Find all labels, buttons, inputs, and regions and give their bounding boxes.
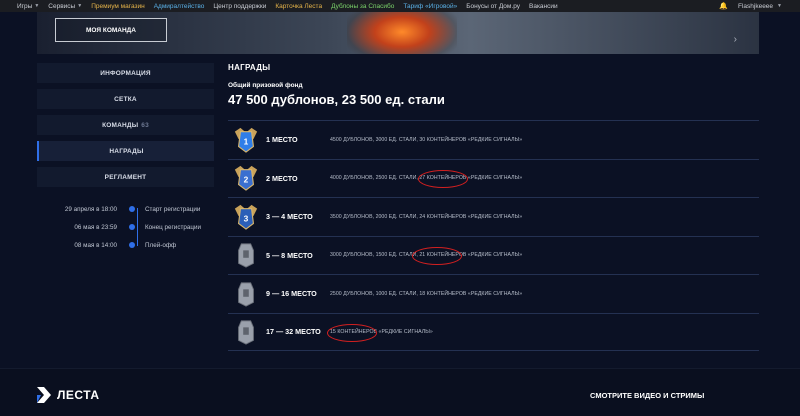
reward-place: 2 МЕСТО: [266, 173, 298, 183]
nav-item-label: Игры: [17, 2, 33, 10]
nav-item-8[interactable]: Бонусы от Дом.ру: [466, 3, 520, 10]
svg-text:2: 2: [244, 175, 249, 185]
tournament-banner: МОЯ КОМАНДА ›: [37, 12, 759, 54]
timeline-date: 08 мая в 14:00: [74, 241, 117, 249]
timeline-dot: [129, 242, 135, 248]
reward-description: 2500 ДУБЛОНОВ, 1000 ЕД. СТАЛИ, 18 КОНТЕЙ…: [330, 290, 523, 297]
reward-description: 4500 ДУБЛОНОВ, 3000 ЕД. СТАЛИ, 30 КОНТЕЙ…: [330, 136, 523, 143]
user-menu[interactable]: Flashjkeeee ▼: [738, 3, 782, 10]
reward-place: 9 — 16 МЕСТО: [266, 289, 317, 299]
highlight-circle: [412, 246, 462, 265]
rewards-section: НАГРАДЫ Общий призовой фонд 47 500 дубло…: [228, 63, 759, 107]
nav-item-2[interactable]: Премиум магазин: [91, 3, 145, 10]
reward-row: 9 — 16 МЕСТО 2500 ДУБЛОНОВ, 1000 ЕД. СТАЛ…: [228, 274, 759, 313]
reward-place: 17 — 32 МЕСТО: [266, 327, 321, 337]
nav-item-7[interactable]: Тариф «Игровой»: [403, 3, 457, 10]
medal-icon: [232, 317, 260, 347]
chevron-down-icon: ▼: [77, 3, 83, 9]
reward-place: 1 МЕСТО: [266, 135, 298, 145]
sidebar-item-label: НАГРАДЫ: [109, 147, 144, 155]
nav-item-label: Премиум магазин: [91, 2, 145, 10]
medal-icon: 3: [232, 202, 260, 232]
medal-icon: [232, 240, 260, 270]
nav-item-label: Вакансии: [529, 2, 558, 10]
nav-item-label: Бонусы от Дом.ру: [466, 2, 520, 10]
nav-item-5[interactable]: Карточка Леста: [275, 3, 322, 10]
nav-item-0[interactable]: Игры ▼: [17, 3, 39, 10]
highlight-circle: [418, 169, 468, 188]
logo-text: ЛЕСТА: [57, 388, 100, 402]
sidebar-item-0[interactable]: ИНФОРМАЦИЯ: [37, 63, 214, 83]
nav-item-label: Тариф «Игровой»: [403, 2, 458, 10]
schedule-timeline: 29 апреля в 18:00 Старт регистрации 06 мая…: [37, 200, 214, 254]
nav-item-label: Дублоны за Спасибо: [331, 2, 395, 10]
rewards-table: 1 1 МЕСТО 4500 ДУБЛОНОВ, 3000 ЕД. СТАЛИ, 3…: [228, 120, 759, 351]
banner-image: [347, 12, 457, 54]
chevron-right-icon[interactable]: ›: [734, 34, 737, 45]
sidebar-item-2[interactable]: КОМАНДЫ 63: [37, 115, 214, 135]
nav-item-4[interactable]: Центр поддержки: [213, 3, 266, 10]
lesta-logo[interactable]: ЛЕСТА: [37, 387, 100, 403]
timeline-dot: [129, 224, 135, 230]
timeline-date: 06 мая в 23:59: [74, 223, 117, 231]
nav-item-label: Центр поддержки: [213, 2, 267, 10]
sidebar-item-label: КОМАНДЫ: [102, 121, 139, 129]
timeline-row: 29 апреля в 18:00 Старт регистрации: [37, 200, 214, 218]
nav-items: Игры ▼ Сервисы ▼ Премиум магазин Адмиралтейст…: [0, 3, 558, 10]
timeline-label: Плей-офф: [145, 241, 177, 249]
sidebar-menu: ИНФОРМАЦИЯ СЕТКА КОМАНДЫ 63 НАГРАДЫ РЕГЛАМЕНТ: [37, 63, 214, 193]
timeline-label: Конец регистрации: [145, 223, 202, 231]
timeline-row: 08 мая в 14:00 Плей-офф: [37, 236, 214, 254]
nav-item-label: Карточка Леста: [275, 2, 323, 10]
medal-icon: 1: [232, 125, 260, 155]
page-title: НАГРАДЫ: [228, 63, 271, 72]
nav-item-6[interactable]: Дублоны за Спасибо: [331, 3, 394, 10]
timeline-row: 06 мая в 23:59 Конец регистрации: [37, 218, 214, 236]
notifications-icon[interactable]: 🔔: [719, 2, 728, 10]
timeline-dot: [129, 206, 135, 212]
sidebar-item-4[interactable]: РЕГЛАМЕНТ: [37, 167, 214, 187]
sidebar-item-label: СЕТКА: [114, 95, 137, 103]
medal-icon: [232, 279, 260, 309]
sidebar-item-label: ИНФОРМАЦИЯ: [100, 69, 151, 77]
reward-row: 1 1 МЕСТО 4500 ДУБЛОНОВ, 3000 ЕД. СТАЛИ, 3…: [228, 120, 759, 159]
highlight-circle: [327, 323, 377, 342]
reward-row: 17 — 32 МЕСТО 15 КОНТЕЙНЕРОВ «РЕДКИЕ СИГН…: [228, 312, 759, 351]
my-team-button[interactable]: МОЯ КОМАНДА: [55, 18, 167, 42]
reward-place: 5 — 8 МЕСТО: [266, 250, 313, 260]
reward-row: 22 МЕСТО 4000 ДУБЛОНОВ, 2500 ЕД. СТАЛИ, 2…: [228, 158, 759, 198]
nav-item-9[interactable]: Вакансии: [529, 3, 558, 10]
sidebar-item-3[interactable]: НАГРАДЫ: [37, 141, 214, 161]
timeline-date: 29 апреля в 18:00: [64, 205, 117, 213]
lesta-logo-icon: [37, 387, 51, 403]
watch-videos-heading: СМОТРИТЕ ВИДЕО И СТРИМЫ: [590, 391, 705, 400]
nav-item-1[interactable]: Сервисы ▼: [48, 3, 82, 10]
medal-icon: 2: [232, 163, 260, 193]
reward-place: 3 — 4 МЕСТО: [266, 212, 313, 222]
reward-row: 5 — 8 МЕСТО 3000 ДУБЛОНОВ, 1500 ЕД. СТАЛИ…: [228, 235, 759, 275]
nav-item-label: Сервисы: [48, 2, 76, 10]
nav-item-label: Адмиралтейство: [153, 2, 205, 10]
chevron-down-icon: ▼: [777, 3, 782, 9]
topnav-right: 🔔 Flashjkeeee ▼: [719, 0, 782, 12]
footer: ЛЕСТА СМОТРИТЕ ВИДЕО И СТРИМЫ: [0, 368, 800, 416]
sidebar-item-1[interactable]: СЕТКА: [37, 89, 214, 109]
nav-item-3[interactable]: Адмиралтейство: [154, 3, 205, 10]
prize-fund-label: Общий призовой фонд: [228, 82, 303, 89]
timeline-label: Старт регистрации: [145, 205, 201, 213]
username: Flashjkeeee: [737, 2, 774, 10]
sidebar-item-label: РЕГЛАМЕНТ: [104, 173, 147, 181]
svg-text:1: 1: [244, 136, 249, 146]
sidebar-item-count: 63: [141, 121, 149, 129]
reward-description: 3500 ДУБЛОНОВ, 2000 ЕД. СТАЛИ, 24 КОНТЕЙ…: [330, 213, 523, 220]
reward-row: 3 3 — 4 МЕСТО 3500 ДУБЛОНОВ, 2000 ЕД. СТАЛ…: [228, 197, 759, 236]
chevron-down-icon: ▼: [34, 3, 40, 9]
prize-fund-value: 47 500 дублонов, 23 500 ед. стали: [228, 92, 445, 107]
svg-text:3: 3: [244, 213, 249, 223]
top-navigation: Игры ▼ Сервисы ▼ Премиум магазин Адмиралтейст…: [0, 0, 800, 12]
